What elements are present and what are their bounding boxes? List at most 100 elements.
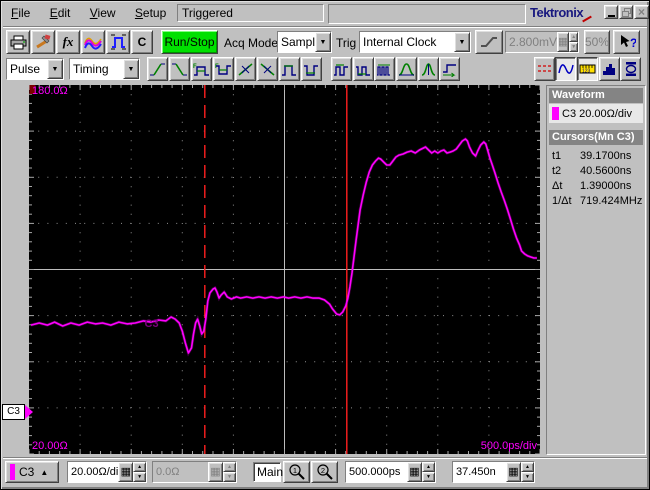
spin-up-icon[interactable]: ▲ [223,462,236,472]
vertical-bottom-label: 20.00Ω [32,440,68,452]
timebase-field[interactable]: Main [253,462,283,482]
meas-positive-pulse-icon [282,64,296,76]
meas-negative-width-button[interactable]: F [213,57,234,81]
set-level-50-button[interactable]: 50% [584,30,610,54]
histogram-icon [602,64,615,75]
channel-select-button[interactable]: C3 ▲ [5,461,59,483]
run-stop-button[interactable]: Run/Stop [161,30,218,54]
context-help-button[interactable]: ? [613,30,640,54]
menu-bar: File Edit View Setup Utilities Help Trig… [3,3,649,25]
waveform-label: C3 20.00Ω/div [562,107,632,120]
menu-file[interactable]: File [3,3,38,22]
waveform-header: Waveform [549,88,643,103]
restore-icon [621,7,631,17]
zoom-1-button[interactable]: 1 [283,461,310,483]
cursor-row-t1: t1 39.1700ns [549,148,643,163]
close-button[interactable]: × [634,5,649,19]
meas-fall-time-button[interactable] [169,57,190,81]
trig-source-select[interactable]: Internal Clock ▼ [359,31,471,53]
meas-period-icon [334,63,348,76]
mask-test-button[interactable] [620,57,641,81]
meas-frequency-icon [356,65,370,76]
meas-period-button[interactable] [331,57,352,81]
readout-panel: Waveform C3 20.00Ω/div Cursors(Mn C3) t1… [546,85,646,455]
utilities-tools-button[interactable] [31,30,55,54]
hscale-keypad-icon[interactable]: ▦ [407,462,422,482]
horizontal-scale-field[interactable]: 500.000ps [346,462,407,482]
meas-category-select[interactable]: Pulse ▼ [6,58,64,80]
cursor-readouts: t1 39.1700ns t2 40.5600ns Δt 1.39000ns 1… [549,148,643,208]
meas-rise-time-button[interactable] [147,57,168,81]
meas-positive-pulse-button[interactable] [279,57,300,81]
waveform-math-button[interactable] [81,30,105,54]
trigger-status-box: Triggered [177,4,324,22]
trig-source-dropdown-icon[interactable]: ▼ [454,32,470,52]
meas-burst-width-button[interactable] [374,57,395,81]
measurement-fx-button[interactable]: fx [56,30,80,54]
graticule-area[interactable]: C3 180.0Ω 20.00Ω 500.0ps/div [29,85,540,454]
horizontal-position-group: 37.450n ▦ ▲ ▼ [452,461,535,483]
close-icon: × [637,5,645,19]
trace-glow [30,137,537,357]
spin-up-icon[interactable]: ▲ [422,462,435,472]
meas-positive-width-button[interactable]: F [191,57,212,81]
meas-positive-width-icon: F [193,64,209,76]
readout-button[interactable]: 123 [577,57,598,81]
meas-group-dropdown-icon[interactable]: ▼ [123,59,139,79]
vertical-offset-field[interactable]: 0.0Ω [153,462,208,482]
clear-button[interactable]: C [131,30,153,54]
waveform-selected-row[interactable]: C3 20.00Ω/div [549,104,643,123]
channel-marker[interactable]: C3 [2,404,36,420]
vscale-spinner[interactable]: ▲ ▼ [133,462,146,482]
minimize-button[interactable] [604,5,618,19]
meas-negative-width-icon: F [215,64,231,75]
zoom-2-button[interactable]: 2 [311,461,338,483]
spin-down-icon[interactable]: ▼ [422,472,435,482]
trig-level-spinner[interactable]: ▲ ▼ [569,32,578,52]
print-button[interactable] [6,30,30,54]
meas-group-select[interactable]: Timing ▼ [69,58,140,80]
hscale-spinner[interactable]: ▲ ▼ [422,462,435,482]
spin-up-icon[interactable]: ▲ [133,462,146,472]
spin-down-icon[interactable]: ▼ [521,472,534,482]
scope-application-window: File Edit View Setup Utilities Help Trig… [0,0,650,490]
ruler-icon: 123 [579,64,596,75]
voffset-spinner[interactable]: ▲ ▼ [223,462,236,482]
horizontal-position-field[interactable]: 37.450n [453,462,506,482]
menu-view[interactable]: View [82,3,124,22]
trig-level-keypad-icon[interactable]: ▦ [557,32,570,52]
menu-setup[interactable]: Setup [127,3,174,22]
spin-down-icon[interactable]: ▼ [133,472,146,482]
waveform-display-button[interactable] [555,57,576,81]
meas-positive-peak-button[interactable] [396,57,417,81]
vertical-scale-field[interactable]: 20.00Ω/di [68,462,119,482]
meas-rising-cross-button[interactable] [235,57,256,81]
spin-down-icon[interactable]: ▼ [223,472,236,482]
acq-mode-select[interactable]: Sample ▼ [277,31,332,53]
meas-frequency-button[interactable] [353,57,374,81]
spin-down-icon[interactable]: ▼ [569,42,578,52]
fifty-pct-label: 50% [584,35,610,49]
trig-level-field[interactable]: 2.800mV [506,32,558,52]
hpos-spinner[interactable]: ▲ ▼ [521,462,534,482]
spin-up-icon[interactable]: ▲ [569,32,578,42]
popup-arrow-icon: ▲ [40,467,49,477]
minimize-icon [607,14,615,17]
acq-mode-dropdown-icon[interactable]: ▼ [315,32,331,52]
menu-edit[interactable]: Edit [42,3,79,22]
cursor-row-inv-dt: 1/Δt 719.424MHz [549,193,643,208]
meas-delay-button[interactable] [439,57,460,81]
meas-falling-cross-button[interactable] [257,57,278,81]
hpos-keypad-icon[interactable]: ▦ [506,462,521,482]
meas-negative-pulse-button[interactable] [301,57,322,81]
histogram-button[interactable] [599,57,620,81]
meas-category-dropdown-icon[interactable]: ▼ [47,59,63,79]
cursors-button[interactable] [534,57,555,81]
vscale-keypad-icon[interactable]: ▦ [118,462,134,482]
trig-slope-button[interactable] [475,30,503,54]
meas-peak-area-button[interactable] [418,57,439,81]
spin-up-icon[interactable]: ▲ [521,462,534,472]
restore-button[interactable] [619,5,633,19]
voffset-keypad-icon[interactable]: ▦ [208,462,223,482]
pulse-acquire-button[interactable] [106,30,130,54]
